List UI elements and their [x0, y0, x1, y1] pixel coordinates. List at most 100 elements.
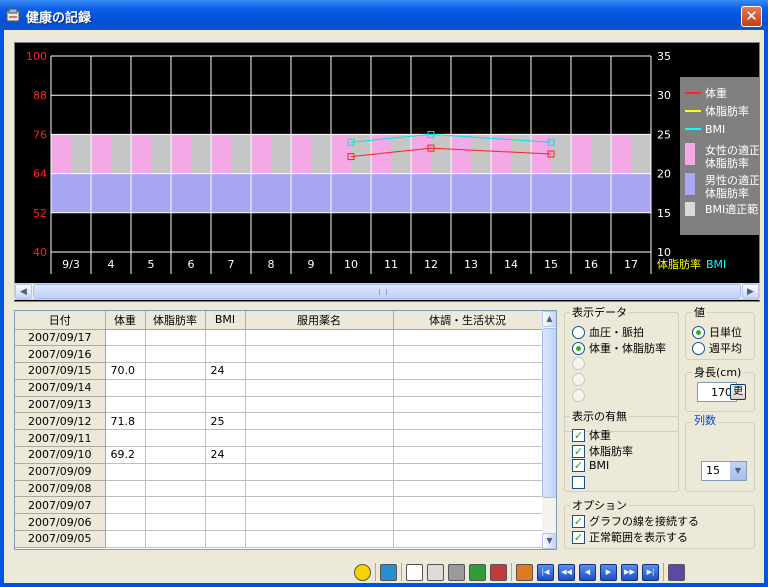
table-cell[interactable] — [205, 379, 246, 397]
table-cell[interactable]: 24 — [205, 362, 246, 380]
next-page-icon[interactable]: ▶▶ — [621, 563, 638, 581]
scroll-right-button[interactable]: ▶ — [742, 284, 759, 299]
table-cell[interactable] — [205, 345, 246, 364]
table-cell[interactable] — [105, 396, 146, 414]
prev-page-icon[interactable]: ◀◀ — [558, 563, 575, 581]
home-icon[interactable] — [516, 563, 533, 581]
column-header[interactable]: 日付 — [15, 311, 106, 330]
date-cell[interactable]: 2007/09/12 — [15, 412, 106, 431]
table-cell[interactable] — [145, 446, 206, 464]
table-cell[interactable] — [205, 463, 246, 481]
table-cell[interactable] — [145, 412, 206, 431]
date-cell[interactable]: 2007/09/10 — [15, 446, 106, 464]
table-cell[interactable] — [393, 530, 543, 548]
table-row[interactable]: 2007/09/13 — [15, 396, 543, 414]
column-header[interactable]: BMI — [205, 311, 246, 330]
column-header[interactable]: 体重 — [105, 311, 146, 330]
last-icon[interactable]: ▶| — [642, 563, 659, 581]
date-cell[interactable]: 2007/09/15 — [15, 362, 106, 380]
table-row[interactable]: 2007/09/09 — [15, 463, 543, 481]
table-cell[interactable] — [245, 496, 394, 515]
table-row[interactable]: 2007/09/12 71.8 25 — [15, 412, 543, 431]
check-empty[interactable] — [572, 476, 589, 489]
table-row[interactable]: 2007/09/06 — [15, 513, 543, 532]
table-row[interactable]: 2007/09/17 — [15, 329, 543, 347]
check-show-normal-range[interactable]: ✓ 正常範囲を表示する — [572, 529, 688, 545]
scroll-thumb[interactable] — [542, 328, 556, 498]
scroll-left-button[interactable]: ◀ — [15, 284, 32, 299]
date-cell[interactable]: 2007/09/05 — [15, 530, 106, 548]
radio-blood-pressure[interactable]: 血圧・脈拍 — [572, 324, 644, 340]
export-icon[interactable] — [490, 563, 507, 581]
column-header[interactable]: 服用薬名 — [245, 311, 394, 330]
table-cell[interactable]: 24 — [205, 446, 246, 464]
table-cell[interactable] — [245, 446, 394, 464]
table-cell[interactable] — [245, 480, 394, 498]
table-cell[interactable] — [145, 329, 206, 347]
scroll-thumb[interactable] — [33, 284, 741, 299]
table-cell[interactable] — [105, 429, 146, 448]
table-cell[interactable] — [393, 396, 543, 414]
table-cell[interactable] — [393, 463, 543, 481]
table-cell[interactable] — [393, 429, 543, 448]
mail-icon[interactable] — [380, 563, 397, 581]
table-cell[interactable] — [205, 513, 246, 532]
table-cell[interactable] — [393, 379, 543, 397]
date-cell[interactable]: 2007/09/13 — [15, 396, 106, 414]
table-cell[interactable] — [145, 362, 206, 380]
table-cell[interactable] — [105, 496, 146, 515]
table-cell[interactable] — [105, 530, 146, 548]
radio-weight-bodyfat[interactable]: 体重・体脂肪率 — [572, 340, 666, 356]
table-vertical-scrollbar[interactable]: ▲ ▼ — [542, 311, 556, 549]
date-cell[interactable]: 2007/09/16 — [15, 345, 106, 364]
table-cell[interactable] — [205, 396, 246, 414]
table-cell[interactable] — [105, 513, 146, 532]
table-cell[interactable] — [145, 345, 206, 364]
check-bmi[interactable]: ✓ BMI — [572, 459, 609, 472]
scroll-down-button[interactable]: ▼ — [542, 533, 556, 549]
table-cell[interactable] — [205, 480, 246, 498]
radio-daily[interactable]: 日単位 — [692, 324, 742, 340]
first-icon[interactable]: |◀ — [537, 563, 554, 581]
table-cell[interactable] — [245, 379, 394, 397]
table-cell[interactable] — [245, 345, 394, 364]
print-icon[interactable] — [448, 563, 465, 581]
scroll-up-button[interactable]: ▲ — [542, 311, 556, 327]
table-cell[interactable] — [393, 412, 543, 431]
date-cell[interactable]: 2007/09/14 — [15, 379, 106, 397]
date-cell[interactable]: 2007/09/07 — [15, 496, 106, 515]
check-body-fat[interactable]: ✓ 体脂肪率 — [572, 443, 633, 459]
table-row[interactable]: 2007/09/14 — [15, 379, 543, 397]
table-cell[interactable] — [245, 463, 394, 481]
table-cell[interactable]: 71.8 — [105, 412, 146, 431]
table-cell[interactable] — [393, 513, 543, 532]
table-row[interactable]: 2007/09/15 70.0 24 — [15, 362, 543, 380]
exit-icon[interactable] — [668, 563, 685, 581]
check-connect-lines[interactable]: ✓ グラフの線を接続する — [572, 513, 699, 529]
table-cell[interactable] — [105, 329, 146, 347]
table-cell[interactable] — [393, 496, 543, 515]
table-cell[interactable] — [105, 379, 146, 397]
table-cell[interactable] — [245, 412, 394, 431]
preview-icon[interactable] — [427, 563, 444, 581]
table-cell[interactable] — [105, 463, 146, 481]
table-cell[interactable] — [245, 513, 394, 532]
column-header[interactable]: 体調・生活状況 — [393, 311, 543, 330]
table-cell[interactable] — [145, 496, 206, 515]
table-cell[interactable] — [245, 530, 394, 548]
date-cell[interactable]: 2007/09/09 — [15, 463, 106, 481]
date-cell[interactable]: 2007/09/17 — [15, 329, 106, 347]
table-cell[interactable] — [205, 429, 246, 448]
radio-weekly-average[interactable]: 週平均 — [692, 340, 742, 356]
table-cell[interactable]: 70.0 — [105, 362, 146, 380]
table-cell[interactable] — [145, 463, 206, 481]
table-cell[interactable] — [145, 480, 206, 498]
chart-horizontal-scrollbar[interactable]: ◀ ▶ — [14, 283, 760, 300]
height-update-button[interactable]: 更 — [730, 384, 746, 400]
table-cell[interactable]: 69.2 — [105, 446, 146, 464]
table-row[interactable]: 2007/09/05 — [15, 530, 543, 548]
table-cell[interactable] — [393, 345, 543, 364]
table-cell[interactable] — [145, 396, 206, 414]
check-weight[interactable]: ✓ 体重 — [572, 427, 611, 443]
document-icon[interactable] — [406, 563, 423, 581]
